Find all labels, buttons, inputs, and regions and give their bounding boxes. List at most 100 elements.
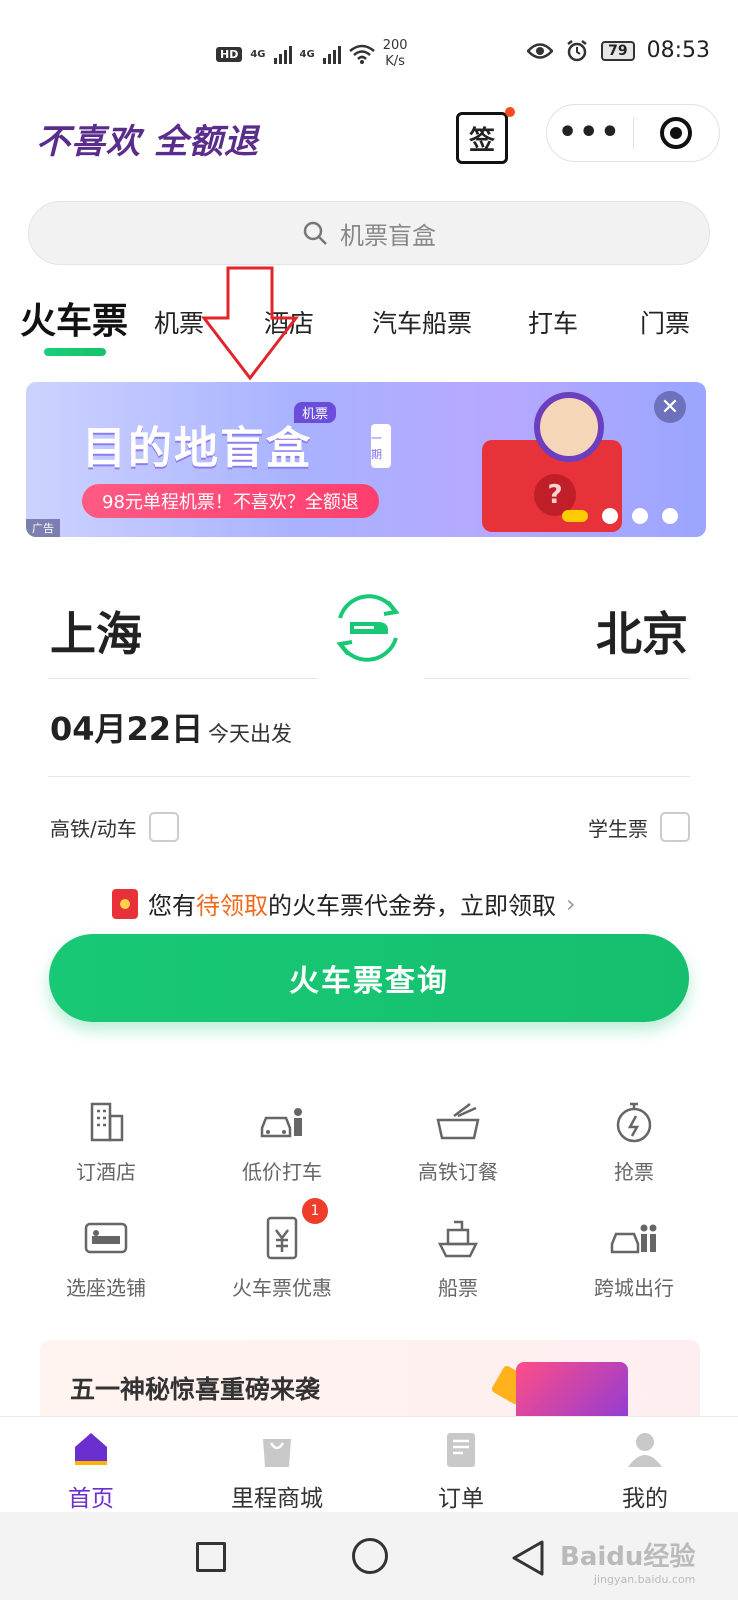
service-taxi[interactable]: 低价打车 <box>194 1098 370 1185</box>
search-icon <box>303 221 327 245</box>
service-train-coupon[interactable]: 1 火车票优惠 <box>194 1198 370 1301</box>
service-label: 抢票 <box>614 1160 654 1184</box>
home-icon <box>75 1433 107 1465</box>
red-envelope-icon <box>112 888 138 919</box>
more-menu-button[interactable]: ••• <box>547 118 633 148</box>
tab-orders[interactable]: 订单 <box>406 1429 516 1513</box>
annotation-arrow-icon <box>200 266 300 381</box>
service-seat[interactable]: 选座选铺 <box>18 1214 194 1301</box>
service-intercity[interactable]: 跨城出行 <box>546 1214 722 1301</box>
tab-bus-ship[interactable]: 汽车船票 <box>372 304 472 340</box>
service-label: 订酒店 <box>76 1160 136 1184</box>
ad-banner[interactable]: 机票 目的地盲盒 一期 98元单程机票！不喜欢？全额退 ? 广告 ✕ <box>26 382 706 537</box>
service-label: 高铁订餐 <box>418 1160 498 1184</box>
coupon-prefix: 您有 <box>148 892 196 920</box>
tab-label: 我的 <box>622 1486 668 1512</box>
recent-apps-button[interactable] <box>196 1542 226 1572</box>
tab-train[interactable]: 火车票 <box>20 292 128 344</box>
sign-in-label: 签 <box>468 125 495 156</box>
status-left: HD 4G 4G 200 K/s <box>216 38 408 70</box>
tab-tickets[interactable]: 门票 <box>640 304 690 340</box>
status-right: 79 08:53 <box>527 38 710 63</box>
order-icon <box>447 1433 475 1467</box>
notification-badge: 1 <box>302 1198 328 1224</box>
network-4g-1: 4G <box>250 48 266 60</box>
hd-badge: HD <box>216 46 243 62</box>
arrival-city[interactable]: 北京 <box>596 598 688 664</box>
signal-icon-2 <box>322 44 341 64</box>
banner-issue: 一期 <box>371 424 391 468</box>
departure-date[interactable]: 04月22日 <box>50 704 203 750</box>
watermark-text: Baidu经验 <box>560 1542 696 1572</box>
bottom-tab-bar: 首页 里程商城 订单 我的 <box>0 1416 738 1512</box>
high-speed-checkbox[interactable] <box>148 812 179 842</box>
chevron-right-icon: › <box>566 889 576 918</box>
profile-icon <box>628 1433 662 1467</box>
close-miniprogram-button[interactable] <box>634 117 720 149</box>
wifi-icon <box>348 44 375 64</box>
battery-indicator: 79 <box>601 40 635 61</box>
alarm-icon <box>567 39 587 61</box>
sign-in-icon[interactable]: 签 <box>456 107 515 164</box>
swap-cities-icon[interactable] <box>328 588 408 668</box>
service-label: 跨城出行 <box>594 1276 674 1300</box>
service-grab-ticket[interactable]: 抢票 <box>546 1098 722 1185</box>
intercity-icon <box>610 1224 657 1254</box>
tab-taxi[interactable]: 打车 <box>528 304 578 340</box>
mascot-illustration <box>534 392 604 462</box>
divider <box>424 678 690 679</box>
date-hint: 今天出发 <box>208 722 292 746</box>
coupon-notice[interactable]: 您有待领取的火车票代金券，立即领取 › <box>112 886 576 921</box>
search-placeholder: 机票盲盒 <box>340 221 436 250</box>
brand-slogan: 不喜欢 全额退 <box>36 122 259 162</box>
high-speed-option[interactable]: 高铁/动车 <box>50 812 179 842</box>
service-label: 火车票优惠 <box>232 1276 332 1300</box>
divider <box>48 678 318 679</box>
service-hotel[interactable]: 订酒店 <box>18 1098 194 1185</box>
category-tabs: 火车票 机票 酒店 汽车船票 打车 门票 <box>0 292 738 362</box>
miniprogram-capsule: ••• <box>546 104 720 162</box>
banner-title: 目的地盲盒 <box>82 423 312 474</box>
baidu-watermark: Baidu经验 jingyan.baidu.com <box>560 1536 695 1586</box>
home-button[interactable] <box>352 1538 388 1574</box>
student-checkbox[interactable] <box>660 812 690 842</box>
back-icon[interactable] <box>510 1538 546 1578</box>
service-label: 低价打车 <box>242 1160 322 1184</box>
shopping-bag-icon <box>263 1439 291 1467</box>
tab-profile[interactable]: 我的 <box>590 1429 700 1513</box>
tab-flight[interactable]: 机票 <box>154 304 204 340</box>
student-option[interactable]: 学生票 <box>588 812 690 842</box>
tab-home[interactable]: 首页 <box>36 1429 146 1513</box>
stopwatch-icon <box>616 1102 652 1143</box>
speed-unit: K/s <box>385 54 405 69</box>
mystery-box-illustration <box>516 1362 628 1420</box>
coupon-suffix: 的火车票代金券，立即领取 <box>268 892 556 920</box>
tab-mileage-mall[interactable]: 里程商城 <box>222 1429 332 1513</box>
speed-value: 200 <box>382 38 408 53</box>
promo-card[interactable]: 五一神秘惊喜重磅来袭 <box>40 1340 700 1420</box>
divider <box>48 776 690 777</box>
coupon-icon <box>266 1216 298 1260</box>
high-speed-label: 高铁/动车 <box>50 816 137 841</box>
service-label: 船票 <box>438 1276 478 1300</box>
service-meal[interactable]: 高铁订餐 <box>370 1098 546 1185</box>
seat-icon <box>84 1222 128 1254</box>
watermark-sub: jingyan.baidu.com <box>593 1573 696 1586</box>
signal-icon <box>273 44 292 64</box>
status-bar: HD 4G 4G 200 K/s 79 08:53 <box>0 0 738 100</box>
close-icon[interactable]: ✕ <box>654 391 686 423</box>
meal-icon <box>436 1103 480 1140</box>
service-ship[interactable]: 船票 <box>370 1214 546 1301</box>
taxi-icon <box>260 1108 302 1138</box>
student-label: 学生票 <box>588 816 648 841</box>
carousel-dots <box>562 508 678 524</box>
departure-city[interactable]: 上海 <box>50 598 142 664</box>
search-bar[interactable]: 机票盲盒 <box>28 201 710 265</box>
ship-icon <box>437 1220 479 1258</box>
train-search-button[interactable]: 火车票查询 <box>49 934 689 1022</box>
ad-label: 广告 <box>26 519 60 537</box>
target-icon <box>660 117 693 149</box>
coupon-highlight: 待领取 <box>196 892 268 920</box>
banner-subtitle: 98元单程机票！不喜欢？全额退 <box>82 484 379 518</box>
promo-title: 五一神秘惊喜重磅来袭 <box>70 1375 321 1404</box>
